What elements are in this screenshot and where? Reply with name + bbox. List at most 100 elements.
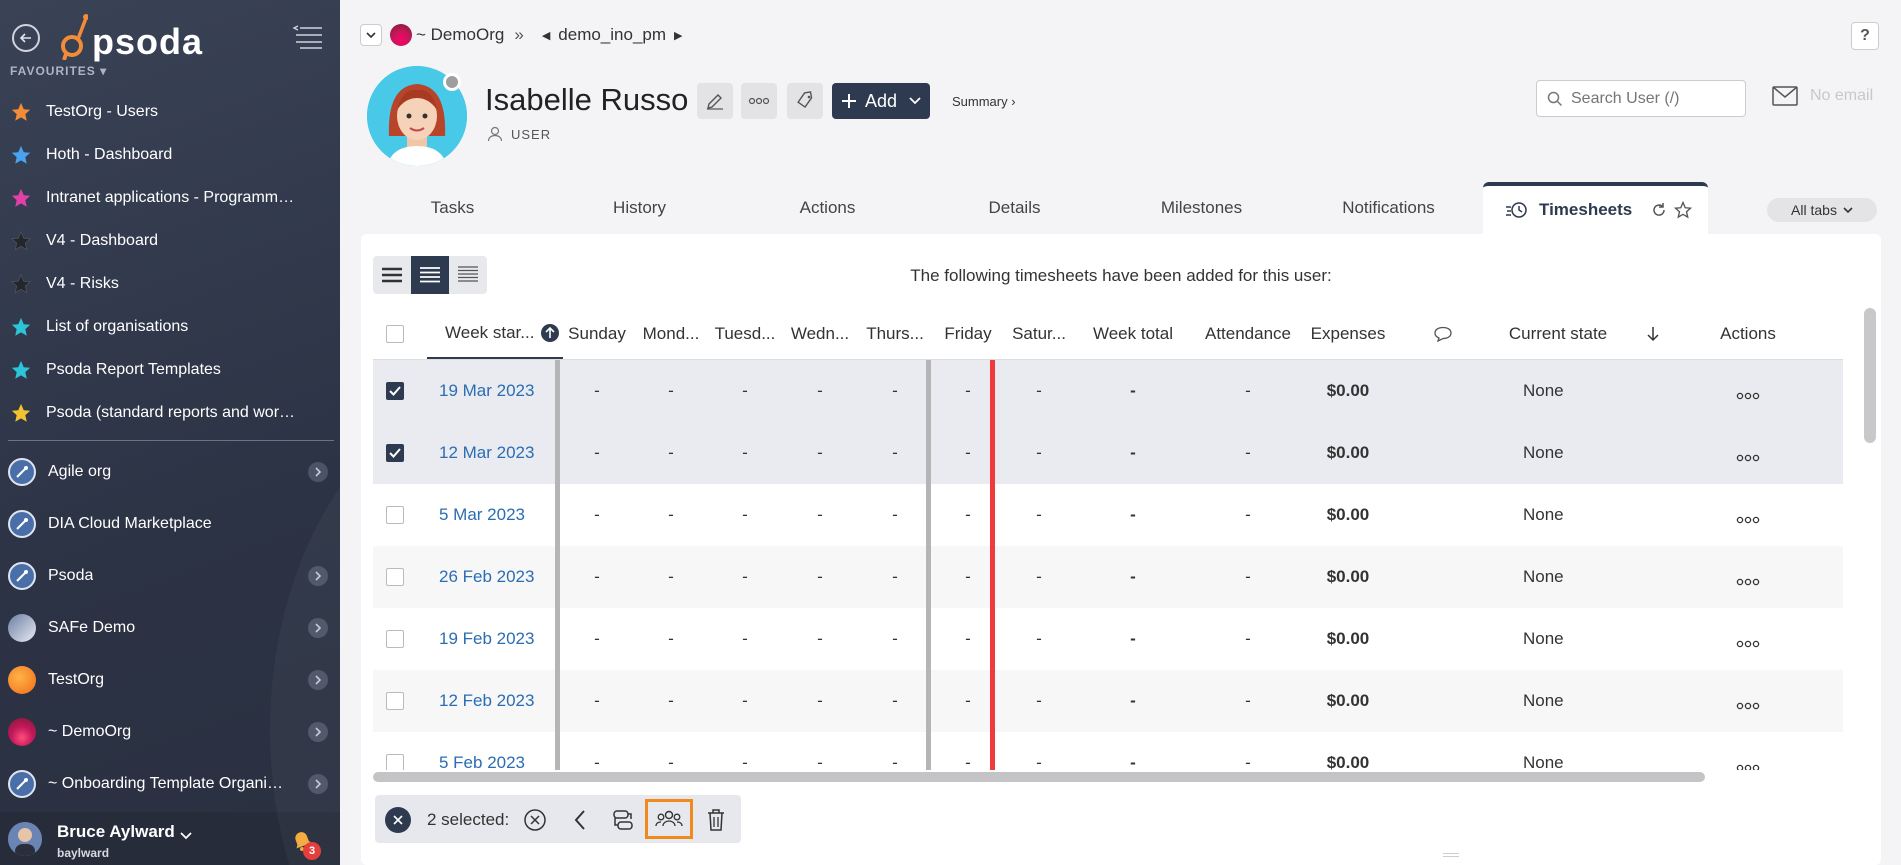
week-start-link[interactable]: 26 Feb 2023 bbox=[439, 567, 534, 587]
header-comments[interactable] bbox=[1393, 308, 1493, 359]
row-actions-icon[interactable] bbox=[1708, 670, 1788, 732]
psoda-logo[interactable]: psoda bbox=[58, 10, 203, 60]
favourite-item[interactable]: V4 - Risks bbox=[0, 262, 340, 305]
header-tuesday[interactable]: Tuesd... bbox=[707, 308, 783, 359]
row-checkbox[interactable] bbox=[386, 692, 404, 710]
breadcrumb-project[interactable]: demo_ino_pm bbox=[558, 25, 666, 45]
table-row[interactable]: 5 Feb 2023- - - - - - - - - $0.00 None bbox=[373, 732, 1843, 770]
header-current-state[interactable]: Current state bbox=[1493, 308, 1623, 359]
header-expenses[interactable]: Expenses bbox=[1303, 308, 1393, 359]
more-options-button[interactable] bbox=[741, 83, 777, 119]
row-actions-icon[interactable] bbox=[1708, 484, 1788, 546]
all-tabs-dropdown[interactable]: All tabs bbox=[1767, 198, 1877, 222]
tag-button[interactable] bbox=[787, 83, 823, 119]
header-week-start[interactable]: Week star... bbox=[427, 308, 563, 359]
row-actions-icon[interactable] bbox=[1708, 732, 1788, 770]
org-item-psoda[interactable]: Psoda bbox=[0, 550, 340, 602]
tab-milestones[interactable]: Milestones bbox=[1109, 182, 1294, 234]
row-checkbox[interactable] bbox=[386, 382, 404, 400]
caret-left-icon[interactable]: ◀ bbox=[542, 29, 550, 42]
bell-icon[interactable] bbox=[290, 828, 314, 857]
help-button[interactable]: ? bbox=[1851, 22, 1879, 50]
resize-handle[interactable] bbox=[1443, 853, 1459, 857]
table-row[interactable]: 12 Mar 2023- - - - - - - - - $0.00 None bbox=[373, 422, 1843, 484]
row-checkbox[interactable] bbox=[386, 568, 404, 586]
chevron-right-icon[interactable] bbox=[308, 670, 328, 690]
row-checkbox[interactable] bbox=[386, 630, 404, 648]
breadcrumb-org[interactable]: ~ DemoOrg bbox=[416, 25, 504, 45]
table-row[interactable]: 12 Feb 2023- - - - - - - - - $0.00 None bbox=[373, 670, 1843, 732]
favourite-item[interactable]: TestOrg - Users bbox=[0, 90, 340, 133]
week-start-link[interactable]: 12 Mar 2023 bbox=[439, 443, 534, 463]
chevron-left-icon[interactable] bbox=[565, 805, 595, 835]
chevron-right-icon[interactable] bbox=[308, 462, 328, 482]
favourite-item[interactable]: V4 - Dashboard bbox=[0, 219, 340, 262]
header-week-total[interactable]: Week total bbox=[1073, 308, 1193, 359]
tab-actions[interactable]: Actions bbox=[735, 182, 920, 234]
search-user-box[interactable] bbox=[1536, 80, 1746, 117]
tab-notifications[interactable]: Notifications bbox=[1296, 182, 1481, 234]
table-row[interactable]: 19 Feb 2023- - - - - - - - - $0.00 None bbox=[373, 608, 1843, 670]
header-wednesday[interactable]: Wedn... bbox=[783, 308, 857, 359]
header-attendance[interactable]: Attendance bbox=[1193, 308, 1303, 359]
table-row[interactable]: 19 Mar 2023- - - - - - - - - $0.00 None bbox=[373, 360, 1843, 422]
favourite-item[interactable]: Intranet applications - Programme... bbox=[0, 176, 340, 219]
assign-users-icon[interactable] bbox=[645, 799, 693, 839]
add-button[interactable]: Add bbox=[832, 83, 930, 119]
favourite-item[interactable]: Hoth - Dashboard bbox=[0, 133, 340, 176]
favourite-item[interactable]: List of organisations bbox=[0, 305, 340, 348]
row-checkbox[interactable] bbox=[386, 506, 404, 524]
row-actions-icon[interactable] bbox=[1708, 422, 1788, 484]
header-monday[interactable]: Mond... bbox=[635, 308, 707, 359]
favourite-item[interactable]: Psoda (standard reports and work... bbox=[0, 391, 340, 434]
org-item-agile-org[interactable]: Agile org bbox=[0, 446, 340, 498]
org-item-dia-cloud[interactable]: DIA Cloud Marketplace bbox=[0, 498, 340, 550]
table-row[interactable]: 26 Feb 2023- - - - - - - - - $0.00 None bbox=[373, 546, 1843, 608]
trash-icon[interactable] bbox=[701, 805, 731, 835]
collapse-sidebar-icon[interactable] bbox=[292, 24, 324, 50]
select-all-checkbox[interactable] bbox=[386, 324, 404, 343]
tab-tasks[interactable]: Tasks bbox=[360, 182, 545, 234]
current-user[interactable]: Bruce Aylward baylward 3 bbox=[0, 812, 340, 865]
header-saturday[interactable]: Satur... bbox=[1007, 308, 1071, 359]
favourites-header[interactable]: FAVOURITES ▾ bbox=[10, 64, 107, 78]
sort-descending-icon[interactable] bbox=[1633, 308, 1673, 359]
tab-history[interactable]: History bbox=[547, 182, 732, 234]
row-actions-icon[interactable] bbox=[1708, 608, 1788, 670]
caret-right-icon[interactable]: ▶ bbox=[674, 29, 682, 42]
org-item-onboarding[interactable]: ~ Onboarding Template Organisa... bbox=[0, 758, 340, 810]
star-outline-icon[interactable] bbox=[1674, 201, 1693, 219]
breadcrumb-dropdown-icon[interactable] bbox=[360, 24, 382, 46]
chevron-right-icon[interactable] bbox=[308, 722, 328, 742]
row-checkbox[interactable] bbox=[386, 754, 404, 770]
sort-ascending-icon[interactable] bbox=[540, 323, 560, 343]
chevron-right-icon[interactable] bbox=[308, 566, 328, 586]
tab-timesheets[interactable]: Timesheets bbox=[1483, 182, 1708, 234]
favourite-item[interactable]: Psoda Report Templates bbox=[0, 348, 340, 391]
back-icon[interactable] bbox=[12, 24, 40, 52]
row-actions-icon[interactable] bbox=[1708, 360, 1788, 422]
chevron-down-icon[interactable] bbox=[180, 827, 192, 845]
row-actions-icon[interactable] bbox=[1708, 546, 1788, 608]
cancel-circle-icon[interactable] bbox=[520, 805, 550, 835]
tab-details[interactable]: Details bbox=[922, 182, 1107, 234]
week-start-link[interactable]: 12 Feb 2023 bbox=[439, 691, 534, 711]
org-item-demoorg[interactable]: ~ DemoOrg bbox=[0, 706, 340, 758]
search-user-input[interactable] bbox=[1571, 89, 1731, 108]
header-friday[interactable]: Friday bbox=[933, 308, 1003, 359]
row-checkbox[interactable] bbox=[386, 444, 404, 462]
org-item-safe-demo[interactable]: SAFe Demo bbox=[0, 602, 340, 654]
table-row[interactable]: 5 Mar 2023- - - - - - - - - $0.00 None bbox=[373, 484, 1843, 546]
week-start-link[interactable]: 5 Mar 2023 bbox=[439, 505, 525, 525]
horizontal-scrollbar[interactable] bbox=[373, 772, 1705, 782]
vertical-scrollbar[interactable] bbox=[1864, 308, 1876, 443]
summary-link[interactable]: Summary › bbox=[952, 94, 1016, 109]
header-sunday[interactable]: Sunday bbox=[563, 308, 631, 359]
week-start-link[interactable]: 19 Mar 2023 bbox=[439, 381, 534, 401]
workflow-icon[interactable] bbox=[608, 805, 638, 835]
week-start-link[interactable]: 5 Feb 2023 bbox=[439, 753, 525, 770]
header-thursday[interactable]: Thurs... bbox=[857, 308, 933, 359]
org-item-testorg[interactable]: TestOrg bbox=[0, 654, 340, 706]
week-start-link[interactable]: 19 Feb 2023 bbox=[439, 629, 534, 649]
edit-button[interactable] bbox=[697, 83, 733, 119]
